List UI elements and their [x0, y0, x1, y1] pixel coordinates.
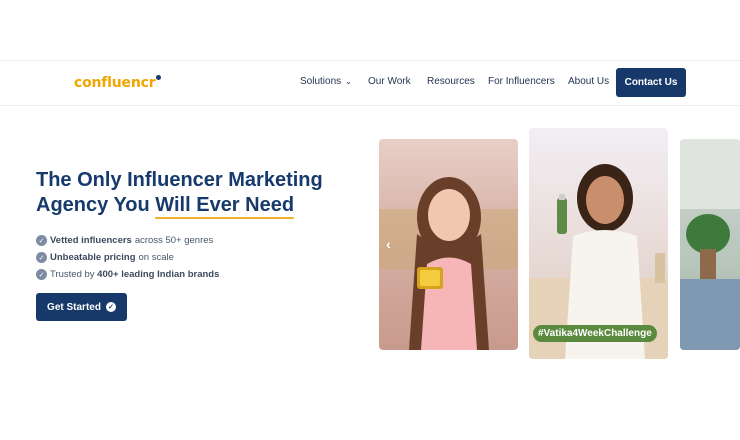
check-circle-icon: ✓ — [105, 302, 116, 312]
logo-dot-icon — [156, 75, 162, 80]
nav-for-influencers[interactable]: For Influencers — [488, 76, 555, 87]
campaign-hashtag-badge: #Vatika4WeekChallenge — [533, 325, 657, 342]
get-started-button[interactable]: Get Started ✓ — [36, 293, 127, 321]
feature-bold: Vetted influencers — [50, 235, 132, 246]
contact-us-button[interactable]: Contact Us — [616, 68, 686, 97]
feature-item: ✓ Vetted influencers across 50+ genres — [36, 232, 222, 249]
get-started-label: Get Started — [47, 301, 101, 313]
hero-title: The Only Influencer Marketing Agency You… — [36, 168, 356, 219]
chevron-down-icon: ⌄ — [345, 77, 352, 86]
carousel-prev-arrow[interactable]: ‹ — [386, 236, 391, 252]
feature-bold: 400+ leading Indian brands — [97, 269, 220, 280]
check-circle-icon: ✓ — [36, 252, 47, 263]
influencer-photo-3 — [680, 139, 740, 350]
hero-title-highlight: Will Ever Need — [155, 194, 295, 219]
nav-our-work[interactable]: Our Work — [368, 76, 411, 87]
logo-text: confluencr — [74, 75, 156, 91]
feature-text: Trusted by — [50, 269, 98, 280]
feature-list: ✓ Vetted influencers across 50+ genres ✓… — [36, 232, 222, 283]
feature-item: ✓ Unbeatable pricing on scale — [36, 249, 222, 266]
site-header: confluencr Solutions ⌄ Our Work Resources… — [0, 60, 740, 106]
carousel-card-3[interactable] — [680, 139, 740, 350]
carousel-card-1[interactable] — [379, 139, 518, 350]
feature-text: on scale — [138, 252, 174, 263]
nav-solutions-label: Solutions — [300, 76, 342, 87]
check-circle-icon: ✓ — [36, 235, 47, 246]
check-circle-icon: ✓ — [36, 269, 47, 280]
hero-title-line1: The Only Influencer Marketing — [36, 169, 323, 191]
logo[interactable]: confluencr — [74, 75, 162, 91]
feature-item: ✓ Trusted by 400+ leading Indian brands — [36, 266, 222, 283]
feature-bold: Unbeatable pricing — [50, 252, 136, 263]
nav-about-us[interactable]: About Us — [568, 76, 609, 87]
hero-title-prefix: Agency You — [36, 194, 156, 216]
nav-solutions[interactable]: Solutions ⌄ — [300, 76, 352, 87]
nav-resources[interactable]: Resources — [427, 76, 475, 87]
influencer-photo-1 — [379, 177, 518, 350]
feature-text: across 50+ genres — [134, 235, 214, 246]
